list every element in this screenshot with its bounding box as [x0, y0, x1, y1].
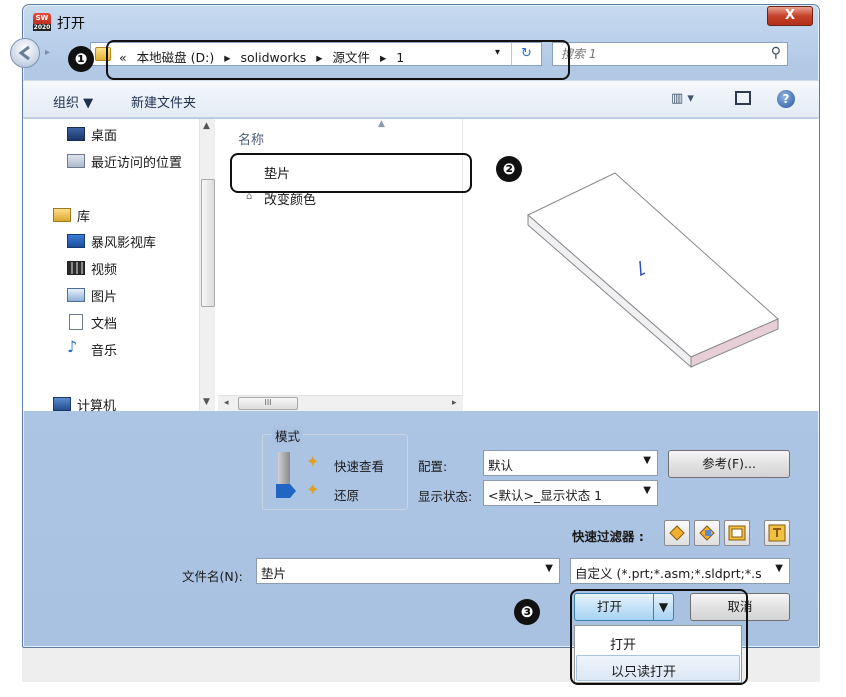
nav-item-desktop[interactable]: 桌面 — [91, 125, 117, 144]
scroll-up-icon[interactable]: ▲ — [203, 121, 210, 131]
title-bar[interactable]: SW 2020 打开 X — [23, 5, 819, 35]
callout-badge-1: ❶ — [68, 46, 94, 72]
quick-view-option[interactable]: 快速查看 — [334, 456, 384, 475]
callout-frame-address — [106, 40, 570, 80]
sort-ascending-icon: ▲ — [378, 119, 385, 129]
new-folder-button[interactable]: 新建文件夹 — [131, 92, 196, 111]
close-button[interactable]: X — [767, 6, 813, 26]
search-input[interactable] — [559, 45, 749, 63]
callout-frame-file — [230, 153, 472, 193]
nav-item-documents[interactable]: 文档 — [91, 313, 117, 332]
picture-icon — [67, 288, 85, 302]
gasket-3d-preview — [527, 172, 779, 369]
navigation-scrollbar[interactable]: ▲ ▼ — [199, 119, 215, 411]
library-icon — [53, 208, 71, 222]
organize-menu[interactable]: 组织 ▼ — [53, 92, 93, 111]
chevron-down-icon: ▼ — [775, 563, 783, 574]
restore-icon: ✦ — [306, 480, 320, 499]
back-button[interactable] — [10, 38, 40, 68]
quick-filter-label: 快速过滤器 : — [572, 529, 644, 544]
name-column-header[interactable]: 名称 — [238, 129, 264, 148]
nav-item-recent[interactable]: 最近访问的位置 — [91, 152, 182, 171]
display-state-select[interactable]: <默认>_显示状态 1 ▼ — [483, 480, 658, 506]
chevron-down-icon: ▼ — [643, 455, 651, 466]
display-state-value: <默认>_显示状态 1 — [488, 488, 603, 503]
command-toolbar: 组织 ▼ 新建文件夹 ▥ ▾ ? — [23, 80, 819, 118]
quick-view-icon: ✦ — [306, 452, 320, 471]
filter-parts-icon[interactable] — [664, 520, 690, 546]
filename-value: 垫片 — [261, 566, 287, 581]
preview-pane-icon[interactable] — [735, 91, 751, 105]
nav-item-computer[interactable]: 计算机 — [77, 395, 116, 414]
callout-badge-3: ❸ — [514, 599, 540, 625]
computer-icon — [53, 397, 71, 411]
chevron-down-icon[interactable]: ▼ — [545, 563, 553, 574]
file-list-horizontal-scrollbar[interactable]: ◂ III ▸ — [218, 395, 463, 411]
recent-icon — [67, 154, 85, 168]
filename-input[interactable]: 垫片 ▼ — [256, 558, 560, 584]
configuration-select[interactable]: 默认 ▼ — [483, 450, 658, 476]
nav-item-libraries[interactable]: 库 — [77, 206, 90, 225]
scrollbar-thumb[interactable] — [201, 179, 215, 307]
video-library-icon — [67, 234, 85, 248]
reference-button[interactable]: 参考(F)... — [668, 450, 790, 478]
scrollbar-thumb[interactable]: III — [238, 397, 298, 410]
scroll-right-icon[interactable]: ▸ — [452, 398, 457, 408]
video-icon — [67, 261, 85, 275]
nav-item-baofeng-library[interactable]: 暴风影视库 — [91, 232, 156, 251]
scroll-down-icon[interactable]: ▼ — [203, 397, 210, 407]
callout-badge-2: ❷ — [496, 156, 522, 182]
navigation-pane: 桌面 最近访问的位置 库 暴风影视库 视频 图片 文档 ♪ 音乐 计算机 ▲ ▼ — [23, 119, 215, 414]
filename-label: 文件名(N): — [182, 569, 243, 584]
mode-group-label: 模式 — [272, 426, 304, 445]
window-title: 打开 — [57, 16, 85, 32]
search-icon[interactable]: ⚲ — [771, 45, 781, 61]
filter-assemblies-icon[interactable] — [694, 520, 720, 546]
file-type-value: 自定义 (*.prt;*.asm;*.sldprt;*.s — [575, 566, 762, 581]
file-type-select[interactable]: 自定义 (*.prt;*.asm;*.sldprt;*.s ▼ — [570, 558, 790, 584]
chevron-down-icon: ▼ — [643, 485, 651, 496]
solidworks-app-icon: SW 2020 — [33, 13, 51, 31]
restore-option[interactable]: 还原 — [334, 485, 359, 504]
configuration-label: 配置: — [418, 459, 448, 474]
help-icon[interactable]: ? — [777, 90, 795, 108]
music-icon: ♪ — [67, 337, 78, 356]
configuration-value: 默认 — [488, 458, 514, 473]
nav-item-music[interactable]: 音乐 — [91, 340, 117, 359]
arrow-left-icon — [18, 45, 30, 61]
nav-item-videos[interactable]: 视频 — [91, 259, 117, 278]
display-state-label: 显示状态: — [418, 489, 473, 504]
nav-item-pictures[interactable]: 图片 — [91, 286, 117, 305]
forward-button[interactable]: ▸ — [45, 47, 57, 59]
desktop-icon — [67, 127, 85, 141]
part-preview — [493, 119, 819, 411]
document-icon — [69, 314, 83, 330]
filter-drawings-icon[interactable] — [724, 520, 750, 546]
callout-frame-open — [570, 589, 748, 685]
change-view-icon[interactable]: ▥ ▾ — [671, 91, 694, 106]
search-box[interactable]: ⚲ — [552, 42, 788, 66]
scroll-left-icon[interactable]: ◂ — [224, 398, 229, 408]
filter-top-level-assemblies-icon[interactable] — [764, 520, 790, 546]
